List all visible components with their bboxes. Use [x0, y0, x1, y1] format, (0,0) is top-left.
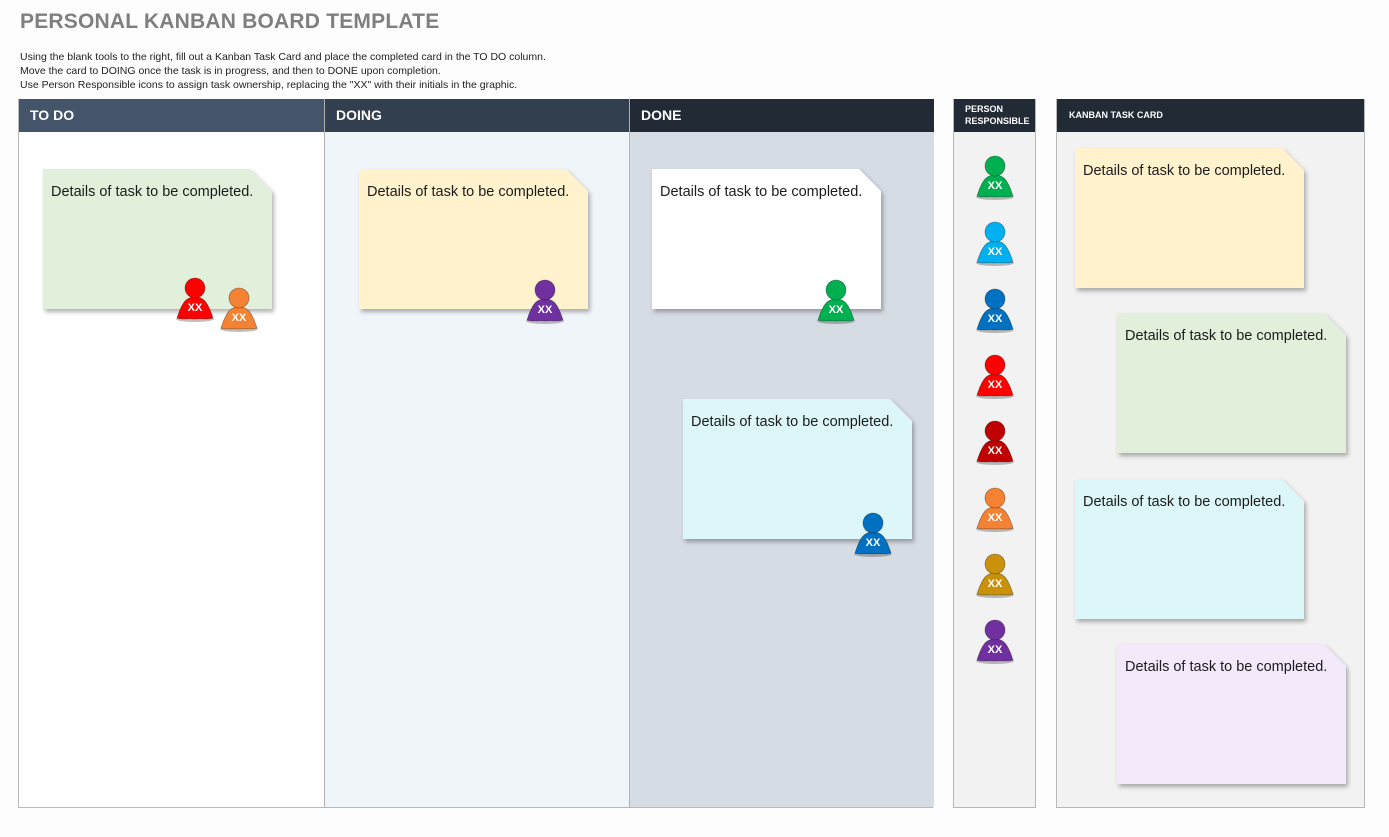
- person-initials: XX: [987, 445, 1003, 457]
- person-initials: XX: [987, 313, 1003, 325]
- instruction-line: Use Person Responsible icons to assign t…: [20, 79, 518, 91]
- instruction-line: Move the card to DOING once the task is …: [20, 65, 441, 77]
- person-icon[interactable]: XX: [974, 618, 1016, 664]
- page-title: PERSONAL KANBAN BOARD TEMPLATE: [20, 10, 440, 33]
- column-header-doing: DOING: [325, 99, 630, 132]
- column-header-done: DONE: [630, 99, 934, 132]
- person-initials: XX: [537, 304, 553, 316]
- instruction-line: Using the blank tools to the right, fill…: [20, 51, 546, 63]
- task-card[interactable]: Details of task to be completed.: [1075, 148, 1304, 288]
- task-card[interactable]: Details of task to be completed.: [1117, 644, 1346, 784]
- kanban-task-card-header: KANBAN TASK CARD: [1057, 99, 1364, 132]
- person-initials: XX: [987, 512, 1003, 524]
- person-icon[interactable]: XX: [815, 278, 857, 324]
- person-initials: XX: [187, 302, 203, 314]
- person-icon[interactable]: XX: [974, 552, 1016, 598]
- person-icon[interactable]: XX: [174, 276, 216, 322]
- person-icon[interactable]: XX: [974, 287, 1016, 333]
- person-responsible-header: PERSON RESPONSIBLE: [954, 99, 1035, 132]
- person-initials: XX: [987, 578, 1003, 590]
- task-card[interactable]: Details of task to be completed.: [1075, 479, 1304, 619]
- person-icon[interactable]: XX: [852, 511, 894, 557]
- person-initials: XX: [987, 246, 1003, 258]
- person-icon[interactable]: XX: [218, 286, 260, 332]
- task-card[interactable]: Details of task to be completed.: [1117, 313, 1346, 453]
- person-initials: XX: [987, 644, 1003, 656]
- person-icon[interactable]: XX: [524, 278, 566, 324]
- person-icon[interactable]: XX: [974, 486, 1016, 532]
- person-icon[interactable]: XX: [974, 154, 1016, 200]
- task-card-text[interactable]: Details of task to be completed.: [1075, 148, 1304, 288]
- person-icon[interactable]: XX: [974, 220, 1016, 266]
- person-initials: XX: [987, 379, 1003, 391]
- person-icon[interactable]: XX: [974, 419, 1016, 465]
- task-card-text[interactable]: Details of task to be completed.: [1075, 479, 1304, 619]
- task-card-text[interactable]: Details of task to be completed.: [1117, 313, 1346, 453]
- person-initials: XX: [865, 537, 881, 549]
- person-initials: XX: [231, 312, 247, 324]
- instructions: Using the blank tools to the right, fill…: [20, 50, 546, 92]
- header-line: PERSON: [965, 104, 1004, 114]
- task-card-text[interactable]: Details of task to be completed.: [1117, 644, 1346, 784]
- person-icon[interactable]: XX: [974, 353, 1016, 399]
- person-initials: XX: [828, 304, 844, 316]
- person-initials: XX: [987, 180, 1003, 192]
- column-header-todo: TO DO: [19, 99, 324, 132]
- header-line: RESPONSIBLE: [965, 116, 1030, 126]
